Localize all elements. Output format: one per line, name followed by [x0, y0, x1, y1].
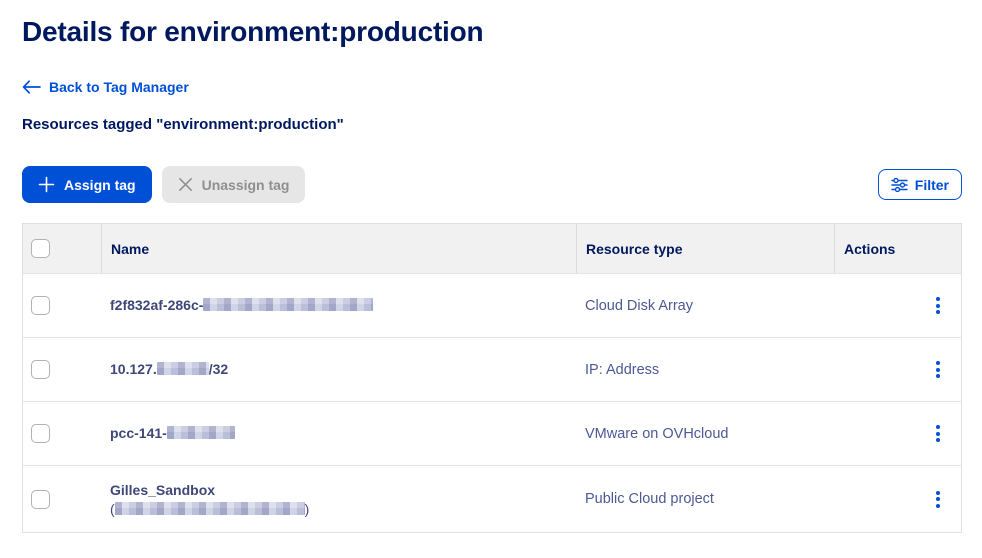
redacted-text: [157, 362, 209, 375]
plus-icon: [38, 176, 55, 193]
resource-name: pcc-141-: [110, 425, 235, 441]
resource-name-secondary: (): [110, 501, 568, 517]
back-link[interactable]: Back to Tag Manager: [22, 79, 189, 95]
row-actions-button[interactable]: [932, 293, 944, 318]
unassign-tag-label: Unassign tag: [202, 177, 290, 193]
resource-type: Cloud Disk Array: [585, 298, 693, 314]
row-actions-button[interactable]: [932, 357, 944, 382]
filter-label: Filter: [915, 177, 949, 193]
column-header-resource-type: Resource type: [576, 224, 834, 273]
row-actions-button[interactable]: [932, 487, 944, 512]
redacted-text: [115, 502, 305, 515]
table-row: 10.127./32 IP: Address: [23, 337, 961, 401]
kebab-vertical-icon: [936, 425, 940, 442]
filter-sliders-icon: [891, 178, 908, 192]
resource-name: Gilles_Sandbox: [110, 481, 568, 500]
resources-table: Name Resource type Actions f2f832af-286c…: [22, 223, 962, 533]
resource-name: 10.127./32: [110, 361, 228, 377]
redacted-text: [203, 298, 373, 311]
row-checkbox[interactable]: [31, 490, 50, 509]
kebab-vertical-icon: [936, 491, 940, 508]
assign-tag-button[interactable]: Assign tag: [22, 166, 152, 203]
row-checkbox[interactable]: [31, 424, 50, 443]
tag-details-page: Details for environment:production Back …: [0, 0, 982, 533]
resource-type: IP: Address: [585, 362, 659, 378]
column-header-name: Name: [101, 224, 576, 273]
page-title: Details for environment:production: [22, 16, 962, 48]
back-link-label: Back to Tag Manager: [49, 79, 189, 95]
column-header-actions: Actions: [834, 224, 961, 273]
table-header-row: Name Resource type Actions: [23, 224, 961, 273]
toolbar: Assign tag Unassign tag Filter: [22, 166, 962, 203]
table-row: Gilles_Sandbox () Public Cloud project: [23, 465, 961, 532]
resource-type: VMware on OVHcloud: [585, 426, 728, 442]
assign-tag-label: Assign tag: [64, 177, 136, 193]
table-row: pcc-141- VMware on OVHcloud: [23, 401, 961, 465]
table-row: f2f832af-286c- Cloud Disk Array: [23, 273, 961, 337]
kebab-vertical-icon: [936, 361, 940, 378]
arrow-left-icon: [22, 80, 41, 94]
cross-icon: [178, 177, 193, 192]
section-heading: Resources tagged "environment:production…: [22, 116, 962, 133]
header-checkbox-cell: [23, 224, 101, 273]
row-checkbox[interactable]: [31, 296, 50, 315]
row-checkbox[interactable]: [31, 360, 50, 379]
kebab-vertical-icon: [936, 297, 940, 314]
select-all-checkbox[interactable]: [31, 239, 50, 258]
redacted-text: [167, 426, 235, 439]
filter-button[interactable]: Filter: [878, 169, 962, 200]
unassign-tag-button[interactable]: Unassign tag: [162, 166, 306, 203]
resource-name: f2f832af-286c-: [110, 297, 373, 313]
resource-type: Public Cloud project: [585, 491, 714, 507]
row-actions-button[interactable]: [932, 421, 944, 446]
